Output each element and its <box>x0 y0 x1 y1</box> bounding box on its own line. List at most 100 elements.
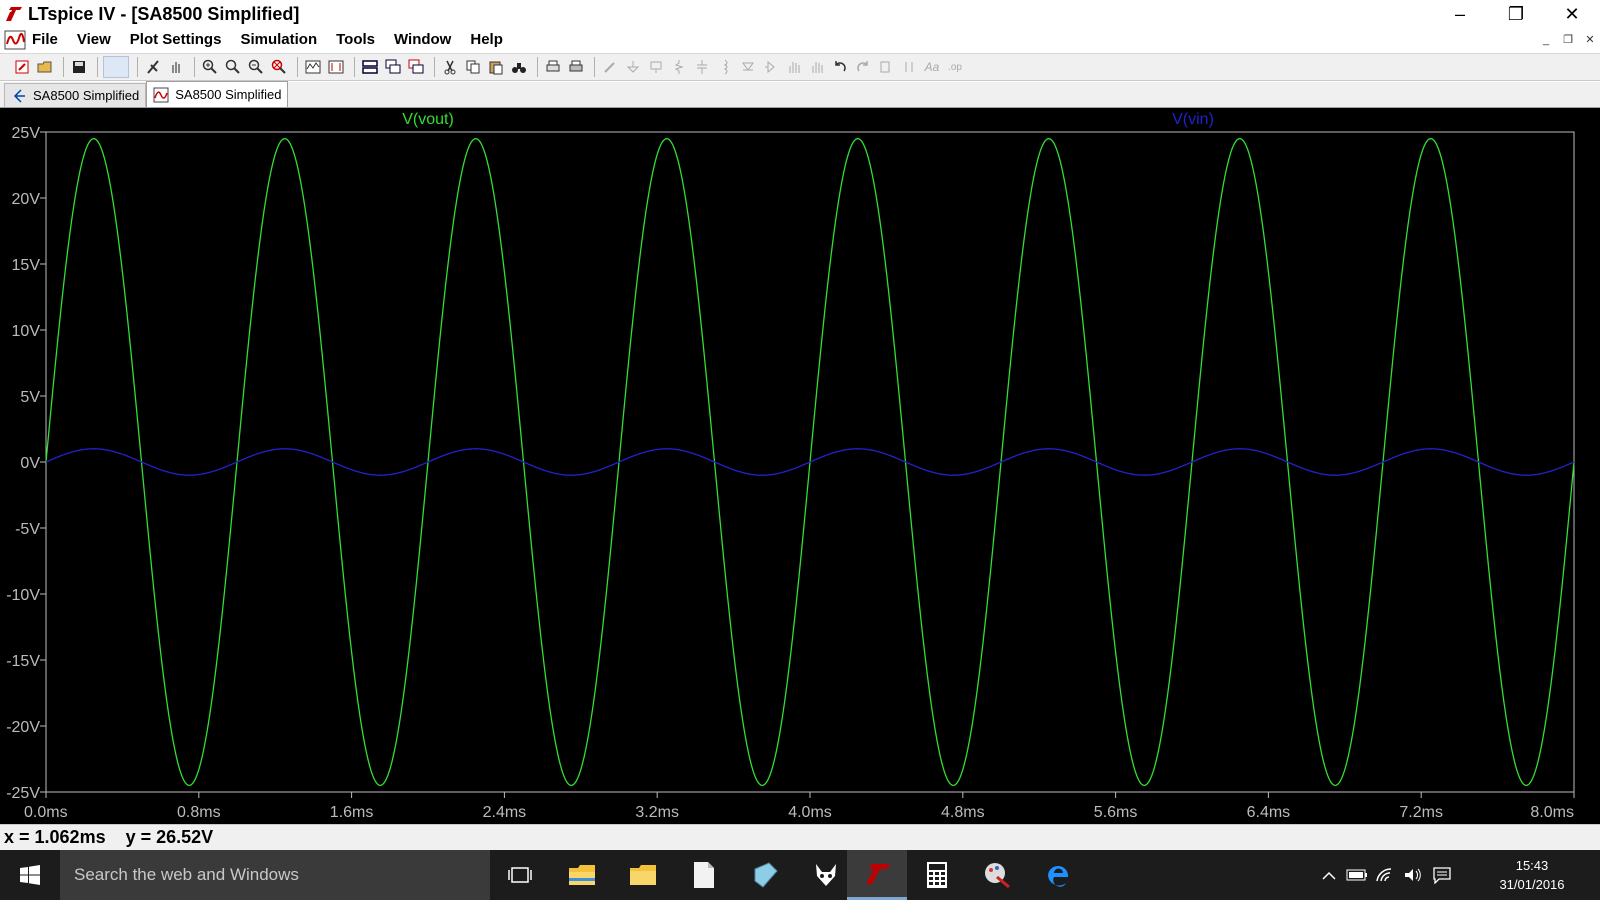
waveform-plot[interactable]: 25V 20V 15V 10V 5V 0V -5V -10V -15V -20V -25V 0.0ms… <box>0 108 1600 824</box>
mdi-close-button[interactable]: ✕ <box>1584 33 1596 46</box>
rotate-icon <box>876 57 896 77</box>
zoom-out-icon[interactable] <box>246 57 266 77</box>
cursor-readout: x = 1.062ms y = 26.52V <box>4 827 214 847</box>
menu-plot-settings[interactable]: Plot Settings <box>130 31 222 48</box>
paint-app-icon[interactable] <box>967 850 1027 900</box>
save-icon[interactable] <box>69 57 89 77</box>
toolbar: Aa .op <box>0 53 1600 81</box>
component-icon <box>761 57 781 77</box>
move-hand-icon <box>784 57 804 77</box>
paste-icon[interactable] <box>486 57 506 77</box>
zoom-in-icon[interactable] <box>200 57 220 77</box>
y-tick-label: 0V <box>20 455 40 472</box>
waveform-svg[interactable]: 25V 20V 15V 10V 5V 0V -5V -10V -15V -20V -25V 0.0ms… <box>0 108 1600 824</box>
edge-browser-icon[interactable] <box>1028 850 1088 900</box>
app-cube-icon[interactable] <box>735 850 795 900</box>
menu-help[interactable]: Help <box>470 31 503 48</box>
action-center-icon[interactable] <box>1428 850 1456 900</box>
y-tick-label: -5V <box>15 521 40 538</box>
start-button[interactable] <box>0 850 60 900</box>
toolbar-separator <box>194 57 195 77</box>
label-net-icon <box>646 57 666 77</box>
menu-simulation[interactable]: Simulation <box>240 31 317 48</box>
halt-hand-icon[interactable] <box>166 57 186 77</box>
tile-horizontal-icon[interactable] <box>360 57 380 77</box>
x-tick-label: 2.4ms <box>483 804 527 821</box>
tab-label: SA8500 Simplified <box>175 87 282 102</box>
toolbar-separator <box>594 57 595 77</box>
x-tick-label: 1.6ms <box>330 804 374 821</box>
print-setup-icon[interactable] <box>566 57 586 77</box>
find-binoculars-icon[interactable] <box>509 57 529 77</box>
waveform-window-icon[interactable] <box>4 30 26 50</box>
menu-tools[interactable]: Tools <box>336 31 375 48</box>
y-tick-label: 10V <box>12 323 41 340</box>
control-panel-icon[interactable] <box>103 56 129 78</box>
tab-waveform[interactable]: SA8500 Simplified <box>146 81 289 107</box>
toolbar-separator <box>97 57 98 77</box>
windows-logo-icon <box>20 865 40 885</box>
open-folder-icon[interactable] <box>35 57 55 77</box>
tab-schematic[interactable]: SA8500 Simplified <box>4 83 147 107</box>
mdi-minimize-button[interactable]: _ <box>1540 34 1552 46</box>
x-tick-label: 4.8ms <box>941 804 985 821</box>
toolbar-separator <box>137 57 138 77</box>
clock-time: 15:43 <box>1515 858 1549 873</box>
toolbar-separator <box>537 57 538 77</box>
menu-view[interactable]: View <box>77 31 111 48</box>
x-tick-label: 0.8ms <box>177 804 221 821</box>
restore-button[interactable]: ❐ <box>1488 0 1544 28</box>
zoom-fit-icon[interactable] <box>269 57 289 77</box>
y-tick-label: 20V <box>12 191 41 208</box>
volume-icon[interactable] <box>1400 850 1426 900</box>
folder-icon[interactable] <box>613 850 673 900</box>
ground-icon <box>623 57 643 77</box>
system-clock[interactable]: 15:43 31/01/2016 <box>1492 856 1572 894</box>
new-schematic-icon[interactable] <box>12 57 32 77</box>
toolbar-separator <box>297 57 298 77</box>
menu-file[interactable]: File <box>32 31 58 48</box>
diode-icon <box>738 57 758 77</box>
autorange-y-icon[interactable] <box>326 57 346 77</box>
x-tick-label: 4.0ms <box>788 804 832 821</box>
print-icon[interactable] <box>543 57 563 77</box>
taskbar-search-box[interactable]: Search the web and Windows <box>60 850 490 900</box>
series-line-vin <box>45 448 1575 476</box>
mdi-restore-button[interactable]: ❐ <box>1562 33 1574 46</box>
y-tick-label: 5V <box>20 389 40 406</box>
drag-hand-icon <box>807 57 827 77</box>
cascade-icon[interactable] <box>383 57 403 77</box>
wifi-icon[interactable] <box>1372 850 1398 900</box>
document-icon[interactable] <box>674 850 734 900</box>
inductor-icon <box>715 57 735 77</box>
status-bar: x = 1.062ms y = 26.52V <box>0 824 1600 850</box>
text-icon: Aa <box>924 60 940 74</box>
copy-icon[interactable] <box>463 57 483 77</box>
ltspice-logo-icon <box>4 4 24 24</box>
x-tick-label: 6.4ms <box>1247 804 1291 821</box>
zoom-pan-icon[interactable] <box>223 57 243 77</box>
show-hidden-icons-chevron-icon[interactable] <box>1316 850 1342 900</box>
file-explorer-icon[interactable] <box>552 850 612 900</box>
y-tick-label: -25V <box>6 785 40 802</box>
toolbar-separator <box>63 57 64 77</box>
x-tick-label: 8.0ms <box>1530 804 1574 821</box>
menu-window[interactable]: Window <box>394 31 451 48</box>
clock-date: 31/01/2016 <box>1499 877 1565 892</box>
windows-taskbar: Search the web and Windows 15:43 31/01/2… <box>0 850 1600 900</box>
undo-icon[interactable] <box>830 57 850 77</box>
run-icon[interactable] <box>143 57 163 77</box>
trace-label: V(vin) <box>1172 111 1214 128</box>
window-title: LTspice IV - [SA8500 Simplified] <box>28 3 300 24</box>
resistor-icon <box>669 57 689 77</box>
minimize-button[interactable]: – <box>1432 0 1488 28</box>
ltspice-taskbar-icon[interactable] <box>847 850 907 900</box>
calculator-icon[interactable] <box>907 850 967 900</box>
y-tick-label: -15V <box>6 653 40 670</box>
battery-icon[interactable] <box>1344 850 1370 900</box>
close-button[interactable]: ✕ <box>1544 0 1600 28</box>
cut-icon[interactable] <box>440 57 460 77</box>
autorange-icon[interactable] <box>303 57 323 77</box>
tile-windows-icon[interactable] <box>406 57 426 77</box>
task-view-icon[interactable] <box>490 850 550 900</box>
